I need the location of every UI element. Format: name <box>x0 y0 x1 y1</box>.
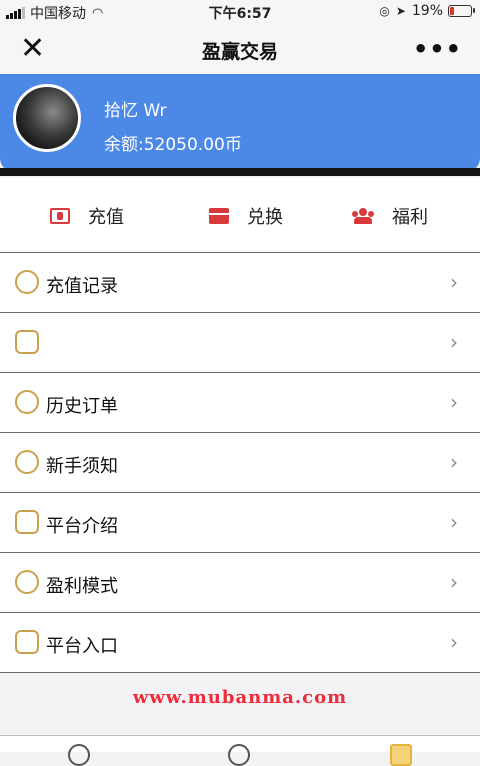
menu-item-order-history[interactable]: 历史订单 › <box>0 373 480 433</box>
welfare-button[interactable]: 福利 <box>352 203 428 229</box>
chevron-right-icon: › <box>450 570 458 594</box>
nav-bar: ✕ 盈赢交易 ••• <box>0 24 480 74</box>
chevron-right-icon: › <box>450 270 458 294</box>
chevron-right-icon: › <box>450 330 458 354</box>
chevron-right-icon: › <box>450 390 458 414</box>
menu-list: 充值记录 › › 历史订单 › 新手须知 › 平台介绍 › 盈利模式 › 平台入… <box>0 253 480 673</box>
menu-item-recharge-records[interactable]: 充值记录 › <box>0 253 480 313</box>
user-name: 拾忆 Wr <box>104 101 167 121</box>
battery-percent: 19% <box>411 3 443 19</box>
profile-header: 拾忆 Wr 余额:52050.00币 <box>0 74 480 172</box>
menu-item-beginner-guide[interactable]: 新手须知 › <box>0 433 480 493</box>
menu-item-platform-entrance[interactable]: 平台入口 › <box>0 613 480 673</box>
entrance-icon <box>15 630 39 654</box>
exchange-label: 兑换 <box>247 207 283 228</box>
header-divider <box>0 168 480 176</box>
menu-item-platform-intro[interactable]: 平台介绍 › <box>0 493 480 553</box>
recharge-button[interactable]: 充值 <box>50 203 124 229</box>
menu-item-label: 新手须知 <box>46 456 118 477</box>
card-icon <box>209 208 229 224</box>
status-right: ◎ ➤ 19% <box>379 3 475 19</box>
status-bar: 中国移动 ◠ 下午6:57 ◎ ➤ 19% <box>0 0 480 24</box>
menu-item-label: 平台入口 <box>46 636 118 657</box>
home-tab-icon[interactable] <box>68 744 90 766</box>
watermark: www.mubanma.com <box>132 687 348 708</box>
recharge-icon <box>50 208 70 224</box>
menu-item-label: 盈利模式 <box>46 576 118 597</box>
money-bag-icon <box>15 270 39 294</box>
chevron-right-icon: › <box>450 630 458 654</box>
menu-item-profit-model[interactable]: 盈利模式 › <box>0 553 480 613</box>
more-icon[interactable]: ••• <box>413 35 462 63</box>
recharge-label: 充值 <box>88 207 124 228</box>
chevron-right-icon: › <box>450 510 458 534</box>
tab-bar <box>0 735 480 766</box>
intro-icon <box>15 510 39 534</box>
balance-label: 余额:52050.00币 <box>104 135 242 155</box>
page-title: 盈赢交易 <box>201 41 278 63</box>
profile-tab-icon[interactable] <box>390 744 412 766</box>
battery-icon <box>448 5 475 17</box>
coin-icon <box>15 330 39 354</box>
menu-item-label: 平台介绍 <box>46 516 118 537</box>
profit-icon <box>15 570 39 594</box>
group-icon <box>352 208 374 224</box>
lock-rotation-icon: ◎ <box>379 4 390 18</box>
exchange-button[interactable]: 兑换 <box>209 203 283 229</box>
location-icon: ➤ <box>395 4 406 18</box>
chevron-right-icon: › <box>450 450 458 474</box>
guide-icon <box>15 450 39 474</box>
market-tab-icon[interactable] <box>228 744 250 766</box>
avatar[interactable] <box>13 84 81 152</box>
welfare-label: 福利 <box>392 207 428 228</box>
menu-item-label: 历史订单 <box>46 396 118 417</box>
order-history-icon <box>15 390 39 414</box>
quick-actions: 充值 兑换 福利 <box>0 178 480 253</box>
menu-item-unlabeled[interactable]: › <box>0 313 480 373</box>
menu-item-label: 充值记录 <box>46 276 118 297</box>
